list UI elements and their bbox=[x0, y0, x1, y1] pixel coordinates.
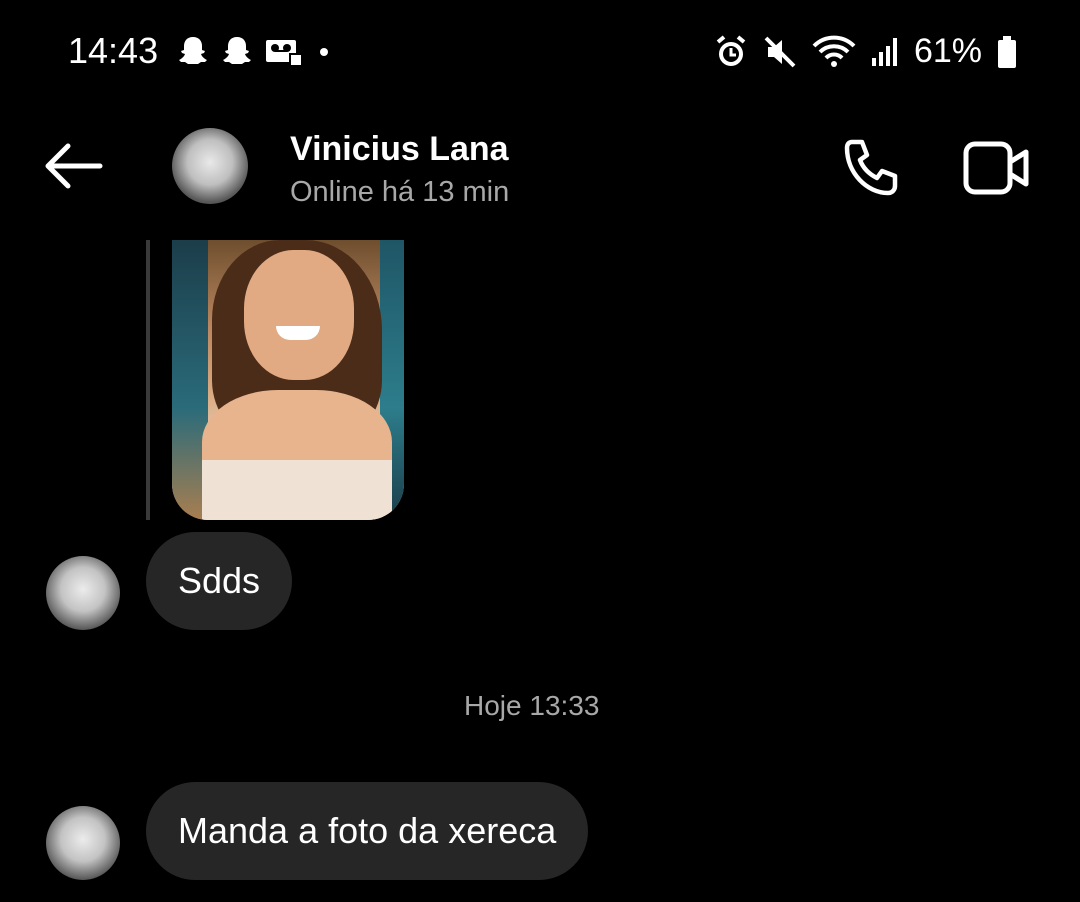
voicemail-icon bbox=[266, 40, 303, 67]
message-timestamp: Hoje 13:33 bbox=[464, 690, 600, 721]
sender-avatar[interactable] bbox=[46, 806, 120, 880]
reply-thread-line bbox=[146, 240, 150, 520]
sender-avatar[interactable] bbox=[46, 556, 120, 630]
phone-icon bbox=[844, 139, 898, 196]
alarm-icon bbox=[716, 34, 746, 66]
snapchat-icon bbox=[223, 37, 251, 64]
mute-icon bbox=[764, 36, 796, 67]
message-text: Sdds bbox=[178, 560, 261, 601]
battery-percentage: 61% bbox=[913, 32, 982, 70]
message-bubble[interactable]: Sdds bbox=[146, 532, 293, 630]
signal-icon bbox=[871, 37, 897, 66]
photo-message[interactable] bbox=[172, 240, 404, 520]
chat-header: Vinicius Lana Online há 13 min bbox=[0, 110, 1080, 220]
contact-avatar[interactable] bbox=[172, 128, 248, 204]
status-bar: 14:43 61% bbox=[0, 0, 1080, 100]
video-camera-icon bbox=[963, 141, 1029, 195]
message-text: Manda a foto da xereca bbox=[178, 810, 557, 851]
dot-icon bbox=[320, 48, 328, 56]
battery-icon bbox=[998, 35, 1016, 68]
contact-name[interactable]: Vinicius Lana bbox=[290, 130, 509, 169]
message-bubble[interactable]: Manda a foto da xereca bbox=[146, 782, 589, 880]
back-button[interactable] bbox=[40, 138, 106, 194]
audio-call-button[interactable] bbox=[838, 136, 904, 202]
system-icons: 61% bbox=[714, 32, 1018, 71]
notification-icons bbox=[176, 34, 334, 68]
back-arrow-icon bbox=[45, 143, 103, 189]
snapchat-icon bbox=[179, 37, 207, 64]
status-time: 14:43 bbox=[68, 30, 159, 71]
video-call-button[interactable] bbox=[962, 138, 1032, 198]
wifi-icon bbox=[812, 35, 856, 67]
contact-status: Online há 13 min bbox=[290, 176, 510, 208]
